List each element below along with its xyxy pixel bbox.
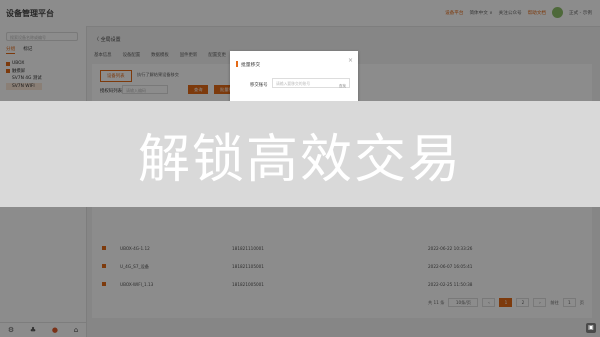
account-placeholder: 请输入要移交的账号 <box>276 81 311 86</box>
account-label: 移交账号 <box>250 83 268 88</box>
title-accent <box>236 61 238 67</box>
corner-tool-icon[interactable]: ▣ <box>586 323 596 333</box>
find-button[interactable]: 查找 <box>339 81 346 91</box>
close-icon[interactable]: × <box>348 57 353 64</box>
banner-text: 解锁高效交易 <box>137 129 462 190</box>
dialog-title: 批量移交 <box>241 63 261 68</box>
promo-banner: 解锁高效交易 <box>0 101 600 207</box>
batch-transfer-dialog: 批量移交 × 移交账号 请输入要移交的账号 查找 <box>230 51 358 107</box>
account-input[interactable]: 请输入要移交的账号 查找 <box>272 78 350 88</box>
